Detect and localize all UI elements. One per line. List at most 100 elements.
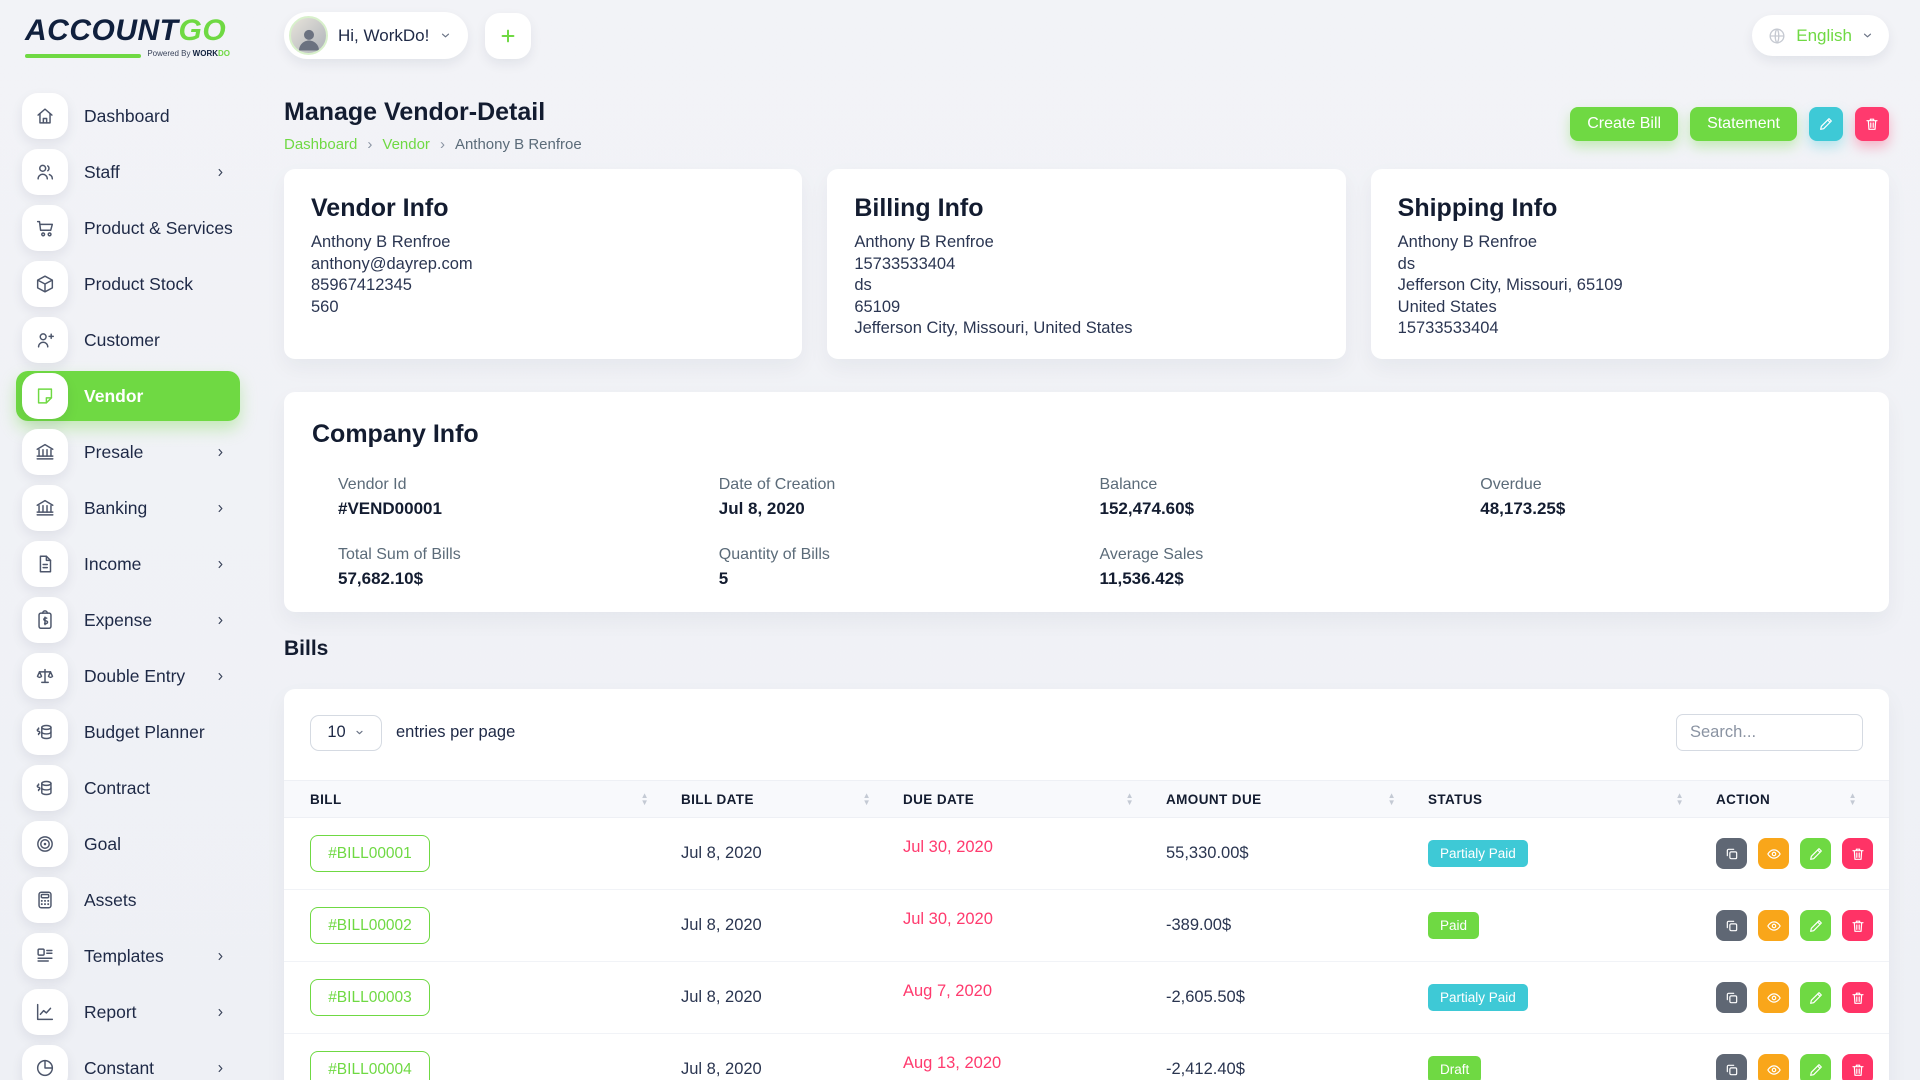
bill-date-cell: Jul 8, 2020 (681, 916, 903, 935)
info-line: Anthony B Renfroe (1398, 232, 1862, 254)
duplicate-button[interactable] (1716, 910, 1747, 941)
sort-icon[interactable]: ▲▼ (641, 792, 649, 806)
sort-icon[interactable]: ▲▼ (863, 792, 871, 806)
user-menu[interactable]: Hi, WorkDo! (284, 12, 468, 59)
app-logo: ACCOUNTGO Powered By WORKDO (0, 0, 230, 58)
sidebar-item-income[interactable]: Income (0, 536, 257, 592)
note-icon (22, 373, 68, 419)
search-input[interactable] (1676, 714, 1863, 751)
edit-icon (1808, 846, 1824, 862)
bills-table: BILL ▲▼ BILL DATE ▲▼ DUE DATE ▲▼ AMOUNT … (284, 780, 1889, 1080)
edit-button[interactable] (1800, 982, 1831, 1013)
bill-link[interactable]: #BILL00001 (310, 835, 430, 872)
bill-link[interactable]: #BILL00004 (310, 1051, 430, 1080)
sidebar-item-dashboard[interactable]: Dashboard (0, 88, 257, 144)
sidebar-item-double-entry[interactable]: Double Entry (0, 648, 257, 704)
chevron-right-icon (214, 950, 227, 963)
trash-icon (1850, 990, 1866, 1006)
stat-average-sales: Average Sales 11,536.42$ (1100, 546, 1481, 589)
company-info-title: Company Info (312, 420, 1861, 449)
sort-icon[interactable]: ▲▼ (1849, 792, 1857, 806)
company-stats: Vendor Id #VEND00001 Date of Creation Ju… (338, 476, 1861, 589)
sidebar-item-budget-planner[interactable]: Budget Planner (0, 704, 257, 760)
stat-date-of-creation: Date of Creation Jul 8, 2020 (719, 476, 1100, 519)
sidebar-item-report[interactable]: Report (0, 984, 257, 1040)
sidebar-item-assets[interactable]: Assets (0, 872, 257, 928)
duplicate-button[interactable] (1716, 982, 1747, 1013)
delete-button[interactable] (1842, 838, 1873, 869)
sidebar-item-presale[interactable]: Presale (0, 424, 257, 480)
due-date-cell: Jul 30, 2020 (903, 838, 1166, 857)
eye-icon (1766, 846, 1782, 862)
sidebar-item-product-stock[interactable]: Product Stock (0, 256, 257, 312)
bills-table-header: BILL ▲▼ BILL DATE ▲▼ DUE DATE ▲▼ AMOUNT … (284, 780, 1889, 818)
stat-total-sum-of-bills: Total Sum of Bills 57,682.10$ (338, 546, 719, 589)
sidebar-item-goal[interactable]: Goal (0, 816, 257, 872)
row-actions (1716, 982, 1873, 1013)
sort-icon[interactable]: ▲▼ (1388, 792, 1396, 806)
chevron-right-icon (214, 1006, 227, 1019)
sidebar-item-expense[interactable]: Expense (0, 592, 257, 648)
edit-button[interactable] (1800, 838, 1831, 869)
breadcrumb-link-vendor[interactable]: Vendor (382, 136, 430, 153)
breadcrumb-link-dashboard[interactable]: Dashboard (284, 136, 357, 153)
column-header-bill[interactable]: BILL ▲▼ (310, 792, 681, 807)
chevron-right-icon (214, 446, 227, 459)
view-button[interactable] (1758, 838, 1789, 869)
column-header-bill-date[interactable]: BILL DATE ▲▼ (681, 792, 903, 807)
trash-icon (1850, 846, 1866, 862)
stat-value: 5 (719, 569, 1100, 589)
stat-value: 48,173.25$ (1480, 499, 1861, 519)
column-header-status[interactable]: STATUS ▲▼ (1428, 792, 1716, 807)
sidebar-item-banking[interactable]: Banking (0, 480, 257, 536)
stat-label: Date of Creation (719, 476, 1100, 494)
create-bill-button[interactable]: Create Bill (1570, 107, 1678, 141)
add-button[interactable] (485, 13, 531, 59)
topbar: Hi, WorkDo! English (284, 12, 1889, 59)
delete-vendor-button[interactable] (1855, 107, 1889, 141)
sidebar-item-product-services[interactable]: Product & Services (0, 200, 257, 256)
sidebar-item-vendor[interactable]: Vendor (0, 368, 257, 424)
sidebar-item-customer[interactable]: Customer (0, 312, 257, 368)
sidebar-item-staff[interactable]: Staff (0, 144, 257, 200)
statement-button[interactable]: Statement (1690, 107, 1797, 141)
users-icon (22, 149, 68, 195)
copy-icon (1724, 990, 1740, 1006)
view-button[interactable] (1758, 1054, 1789, 1080)
edit-button[interactable] (1800, 1054, 1831, 1080)
view-button[interactable] (1758, 910, 1789, 941)
sidebar-item-label: Product & Services (84, 218, 233, 239)
entries-per-page-select[interactable]: 10 (310, 715, 382, 751)
column-header-action[interactable]: ACTION ▲▼ (1716, 792, 1863, 807)
sort-icon[interactable]: ▲▼ (1126, 792, 1134, 806)
plus-icon (498, 26, 518, 46)
sidebar-item-label: Budget Planner (84, 722, 205, 743)
delete-button[interactable] (1842, 910, 1873, 941)
info-line: 85967412345 (311, 275, 775, 297)
edit-vendor-button[interactable] (1809, 107, 1843, 141)
bills-card: 10 entries per page BILL ▲▼ BILL DATE ▲▼… (284, 689, 1889, 1080)
delete-button[interactable] (1842, 1054, 1873, 1080)
language-select[interactable]: English (1752, 15, 1889, 56)
stat-label: Vendor Id (338, 476, 719, 494)
info-line: anthony@dayrep.com (311, 254, 775, 276)
sidebar-item-contract[interactable]: Contract (0, 760, 257, 816)
bill-link[interactable]: #BILL00002 (310, 907, 430, 944)
info-line: United States (1398, 297, 1862, 319)
column-header-amount-due[interactable]: AMOUNT DUE ▲▼ (1166, 792, 1428, 807)
eye-icon (1766, 990, 1782, 1006)
status-badge: Draft (1428, 1056, 1481, 1080)
view-button[interactable] (1758, 982, 1789, 1013)
sort-icon[interactable]: ▲▼ (1676, 792, 1684, 806)
cart-icon (22, 205, 68, 251)
sidebar-item-constant[interactable]: Constant (0, 1040, 257, 1080)
copy-icon (1724, 918, 1740, 934)
delete-button[interactable] (1842, 982, 1873, 1013)
sidebar-item-templates[interactable]: Templates (0, 928, 257, 984)
duplicate-button[interactable] (1716, 1054, 1747, 1080)
language-label: English (1796, 26, 1852, 46)
edit-button[interactable] (1800, 910, 1831, 941)
duplicate-button[interactable] (1716, 838, 1747, 869)
column-header-due-date[interactable]: DUE DATE ▲▼ (903, 792, 1166, 807)
bill-link[interactable]: #BILL00003 (310, 979, 430, 1016)
